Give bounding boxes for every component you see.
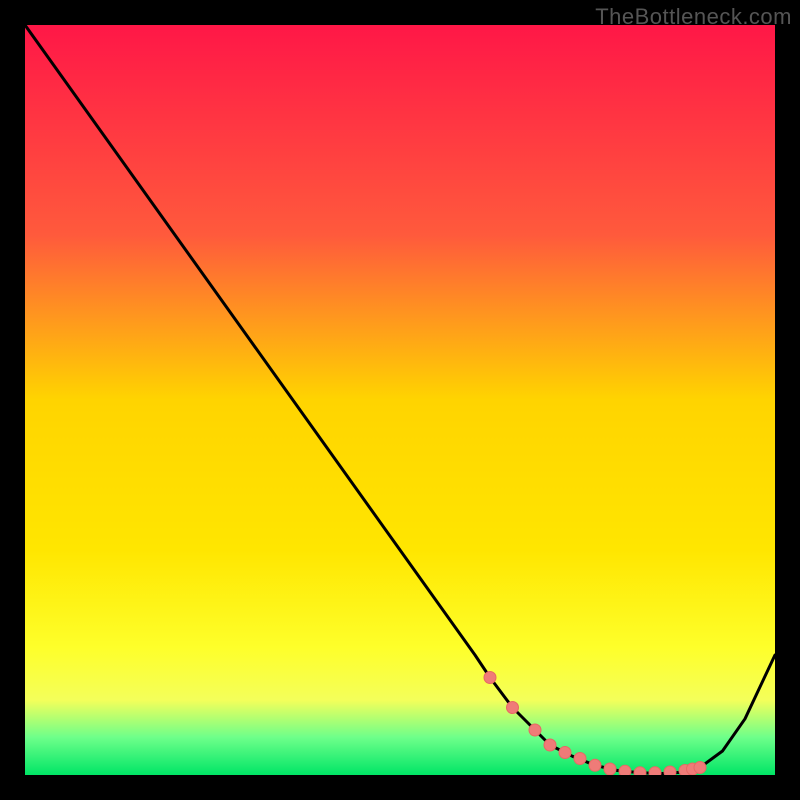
data-marker — [664, 766, 676, 775]
plot-area — [25, 25, 775, 775]
data-marker — [507, 702, 519, 714]
chart-svg — [25, 25, 775, 775]
data-marker — [574, 753, 586, 765]
data-marker — [529, 724, 541, 736]
data-marker — [649, 767, 661, 775]
data-marker — [619, 765, 631, 775]
data-marker — [484, 672, 496, 684]
data-marker — [694, 762, 706, 774]
data-marker — [544, 739, 556, 751]
data-marker — [634, 767, 646, 775]
gradient-background — [25, 25, 775, 775]
watermark-text: TheBottleneck.com — [595, 4, 792, 30]
chart-frame: TheBottleneck.com — [0, 0, 800, 800]
data-marker — [559, 747, 571, 759]
data-marker — [589, 759, 601, 771]
data-marker — [604, 763, 616, 775]
